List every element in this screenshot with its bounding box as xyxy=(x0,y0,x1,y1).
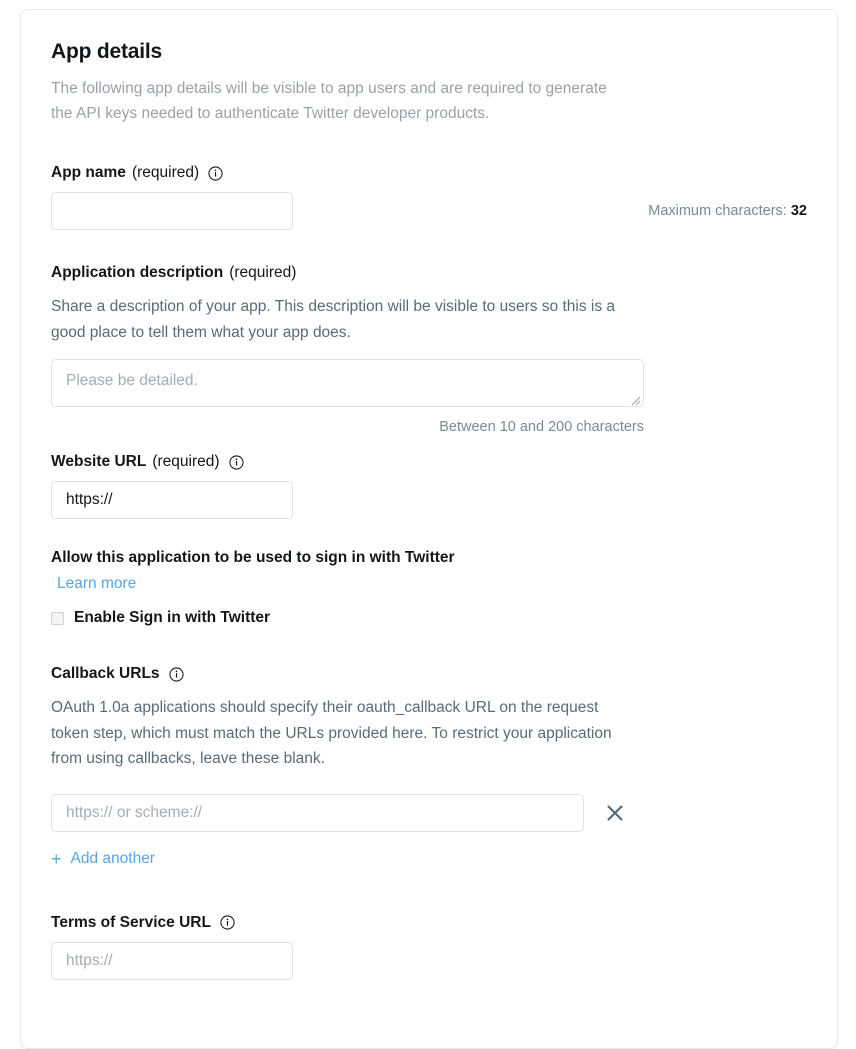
app-name-input-row: Maximum characters: 32 xyxy=(51,192,807,230)
website-url-label: Website URL (required) xyxy=(51,453,807,471)
terms-of-service-url-group: Terms of Service URL xyxy=(51,914,807,980)
callback-urls-group: Callback URLs OAuth 1.0a applications sh… xyxy=(51,665,807,870)
app-description-counter: Between 10 and 200 characters xyxy=(439,419,644,435)
info-icon[interactable] xyxy=(168,666,184,682)
app-description-label: Application description (required) xyxy=(51,264,807,282)
section-help-text: The following app details will be visibl… xyxy=(51,80,607,122)
website-url-label-text: Website URL xyxy=(51,453,147,470)
enable-sign-in-checkbox[interactable] xyxy=(51,611,64,625)
callback-url-input[interactable] xyxy=(51,793,584,832)
sign-in-heading: Allow this application to be used to sig… xyxy=(51,549,455,566)
callback-url-row xyxy=(51,793,807,832)
website-url-required-suffix: (required) xyxy=(152,453,220,470)
app-name-counter: Maximum characters: 32 xyxy=(557,203,807,219)
website-url-input[interactable] xyxy=(51,481,293,519)
app-description-textarea[interactable] xyxy=(51,359,644,407)
app-description-help: Share a description of your app. This de… xyxy=(51,298,616,341)
app-name-field-group: App name (required) Maximum characters: … xyxy=(51,164,807,230)
app-description-textarea-wrap xyxy=(51,359,644,407)
add-another-callback-button[interactable]: + Add another xyxy=(51,850,155,868)
info-icon[interactable] xyxy=(208,165,223,181)
app-name-label-text: App name xyxy=(51,164,126,181)
app-description-field-group: Application description (required) Share… xyxy=(51,264,807,435)
add-another-label: Add another xyxy=(70,849,155,867)
enable-sign-in-row[interactable]: Enable Sign in with Twitter xyxy=(51,609,807,627)
app-details-page: App details The following app details wi… xyxy=(0,0,856,1049)
app-name-input[interactable] xyxy=(51,192,293,230)
sign-in-with-twitter-group: Allow this application to be used to sig… xyxy=(51,549,807,627)
app-name-counter-prefix: Maximum characters: xyxy=(648,203,787,219)
website-url-field-group: Website URL (required) xyxy=(51,453,807,519)
info-icon[interactable] xyxy=(220,915,235,930)
callback-urls-label-text: Callback URLs xyxy=(51,665,160,682)
terms-of-service-label: Terms of Service URL xyxy=(51,914,807,932)
plus-icon: + xyxy=(51,848,62,869)
page-title: App details xyxy=(51,40,162,63)
enable-sign-in-label: Enable Sign in with Twitter xyxy=(74,609,271,626)
app-name-label: App name (required) xyxy=(51,164,807,182)
app-description-label-text: Application description xyxy=(51,264,224,281)
close-x-icon[interactable] xyxy=(604,802,626,824)
info-icon[interactable] xyxy=(228,454,244,470)
callback-urls-help: OAuth 1.0a applications should specify t… xyxy=(51,699,612,767)
callback-urls-label: Callback URLs xyxy=(51,665,807,683)
app-name-counter-value: 32 xyxy=(790,203,807,219)
terms-of-service-url-input[interactable] xyxy=(51,941,293,980)
terms-of-service-label-text: Terms of Service URL xyxy=(51,913,211,931)
app-description-required-suffix: (required) xyxy=(229,264,297,281)
app-details-card: App details The following app details wi… xyxy=(20,9,838,1049)
learn-more-link[interactable]: Learn more xyxy=(57,575,136,592)
app-name-required-suffix: (required) xyxy=(131,164,200,181)
